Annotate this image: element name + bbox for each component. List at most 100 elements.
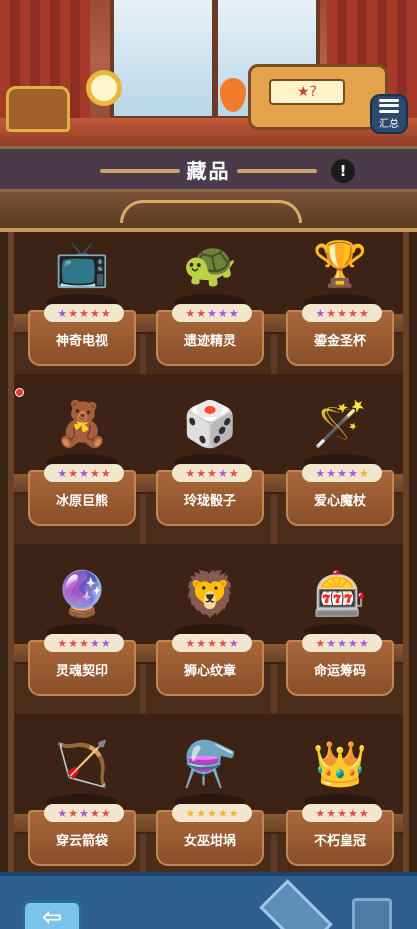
item-name: 爱心魔杖 [313, 494, 366, 509]
tab-collection-icon[interactable] [259, 879, 333, 929]
collection-item[interactable]: 🦁 ★ ★ ★ ★ ★ 狮心纹章 [152, 552, 268, 718]
item-nameplate: ★ ★ ★ ★ ★ 鎏金圣杯 [286, 304, 394, 366]
star-icon: ★ [100, 806, 111, 820]
star-icon: ★ [79, 306, 89, 320]
item-name: 鎏金圣杯 [313, 334, 366, 349]
item-name: 灵魂契印 [55, 664, 108, 679]
star-icon: ★ [207, 636, 217, 650]
star-icon: ★ [185, 806, 196, 820]
treasure-chest-icon [6, 86, 70, 132]
title-bar: 藏品 ! [0, 146, 417, 192]
star-icon: ★ [89, 466, 100, 480]
item-nameplate: ★ ★ ★ ★ ★ 穿云箭袋 [28, 804, 136, 866]
star-icon: ★ [228, 306, 239, 320]
item-art-icon: 📺 [54, 239, 110, 290]
star-rating: ★ ★ ★ ★ ★ [302, 464, 382, 482]
item-art-icon: 🎰 [312, 569, 368, 620]
star-icon: ★ [337, 306, 347, 320]
item-name: 不朽皇冠 [313, 834, 366, 849]
cabinet-arch [0, 192, 417, 232]
star-icon: ★ [326, 806, 337, 820]
star-icon: ★ [337, 636, 347, 650]
cash-register-icon: ★? [248, 64, 388, 130]
star-icon: ★ [217, 636, 228, 650]
star-icon: ★ [347, 806, 358, 820]
collection-item[interactable]: 🎲 ★ ★ ★ ★ ★ 玲珑骰子 [152, 382, 268, 548]
star-icon: ★ [326, 306, 337, 320]
item-nameplate: ★ ★ ★ ★ ★ 不朽皇冠 [286, 804, 394, 866]
collection-item[interactable]: 🏆 ★ ★ ★ ★ ★ 鎏金圣杯 [282, 232, 398, 388]
item-art-icon: 🧸 [54, 399, 110, 450]
back-button[interactable]: ⇦ [22, 900, 82, 929]
star-icon: ★ [57, 806, 68, 820]
star-icon: ★ [337, 806, 347, 820]
item-name: 穿云箭袋 [55, 834, 108, 849]
collection-item[interactable]: 🐢 ★ ★ ★ ★ ★ 遗迹精灵 [152, 232, 268, 388]
collection-item[interactable]: 📺 ★ ★ ★ ★ ★ 神奇电视 [24, 232, 140, 388]
star-rating: ★ ★ ★ ★ ★ [302, 304, 382, 322]
item-art-icon: 🐢 [182, 239, 238, 290]
collection-cabinet[interactable]: 📺 ★ ★ ★ ★ ★ 神奇电视 🐢 ★ ★ ★ ★ ★ 遗迹精灵 🏆 ★ ★ ★ ★ ★ 鎏金圣杯 🧸 ★ ★ ★ ★ ★ 冰原巨熊… [8, 232, 409, 872]
star-icon: ★ [347, 636, 358, 650]
star-icon: ★ [68, 806, 79, 820]
page-title: 藏品 [186, 158, 231, 183]
star-icon: ★ [217, 306, 228, 320]
star-icon: ★ [347, 306, 358, 320]
star-icon: ★ [89, 636, 100, 650]
star-icon: ★ [228, 806, 239, 820]
star-rating: ★ ★ ★ ★ ★ [172, 634, 252, 652]
collection-item[interactable]: 🪄 ★ ★ ★ ★ ★ 爱心魔杖 [282, 382, 398, 548]
star-icon: ★ [207, 806, 217, 820]
star-icon: ★ [315, 306, 326, 320]
star-icon: ★ [89, 306, 100, 320]
notification-dot [15, 388, 24, 397]
item-name: 玲珑骰子 [183, 494, 236, 509]
item-name: 女巫坩埚 [183, 834, 236, 849]
star-rating: ★ ★ ★ ★ ★ [44, 634, 124, 652]
star-icon: ★ [315, 636, 326, 650]
item-name: 遗迹精灵 [183, 334, 236, 349]
tab-book-icon[interactable] [352, 898, 392, 929]
register-screen: ★? [269, 79, 345, 105]
bottom-nav: ⇦ [0, 872, 417, 929]
star-icon: ★ [79, 636, 89, 650]
star-icon: ★ [196, 466, 207, 480]
star-icon: ★ [68, 636, 79, 650]
item-art-icon: 🎲 [182, 399, 238, 450]
star-icon: ★ [185, 306, 196, 320]
star-icon: ★ [185, 466, 196, 480]
info-button[interactable]: ! [331, 159, 355, 183]
star-icon: ★ [196, 306, 207, 320]
star-icon: ★ [358, 466, 369, 480]
star-icon: ★ [326, 636, 337, 650]
star-icon: ★ [337, 466, 347, 480]
star-icon: ★ [68, 466, 79, 480]
item-name: 狮心纹章 [183, 664, 236, 679]
magnifier-icon [86, 70, 122, 106]
star-icon: ★ [57, 306, 68, 320]
collection-item[interactable]: 🧸 ★ ★ ★ ★ ★ 冰原巨熊 [24, 382, 140, 548]
star-rating: ★ ★ ★ ★ ★ [44, 804, 124, 822]
star-icon: ★ [326, 466, 337, 480]
summary-button[interactable]: 汇总 [370, 94, 408, 134]
star-icon: ★ [228, 636, 239, 650]
collection-item[interactable]: 🎰 ★ ★ ★ ★ ★ 命运筹码 [282, 552, 398, 718]
collection-item[interactable]: 👑 ★ ★ ★ ★ ★ 不朽皇冠 [282, 722, 398, 872]
star-icon: ★ [196, 636, 207, 650]
item-art-icon: ⚗️ [182, 739, 238, 790]
item-nameplate: ★ ★ ★ ★ ★ 灵魂契印 [28, 634, 136, 696]
collection-item[interactable]: 🔮 ★ ★ ★ ★ ★ 灵魂契印 [24, 552, 140, 718]
star-icon: ★ [100, 306, 111, 320]
item-art-icon: 👑 [312, 739, 368, 790]
star-icon: ★ [185, 636, 196, 650]
item-art-icon: 🦁 [182, 569, 238, 620]
collection-item[interactable]: 🏹 ★ ★ ★ ★ ★ 穿云箭袋 [24, 722, 140, 872]
item-name: 命运筹码 [313, 664, 366, 679]
star-icon: ★ [79, 466, 89, 480]
star-icon: ★ [57, 636, 68, 650]
title-ornament-left [100, 169, 180, 173]
star-icon: ★ [347, 466, 358, 480]
star-icon: ★ [89, 806, 100, 820]
collection-item[interactable]: ⚗️ ★ ★ ★ ★ ★ 女巫坩埚 [152, 722, 268, 872]
item-art-icon: 🪄 [312, 399, 368, 450]
